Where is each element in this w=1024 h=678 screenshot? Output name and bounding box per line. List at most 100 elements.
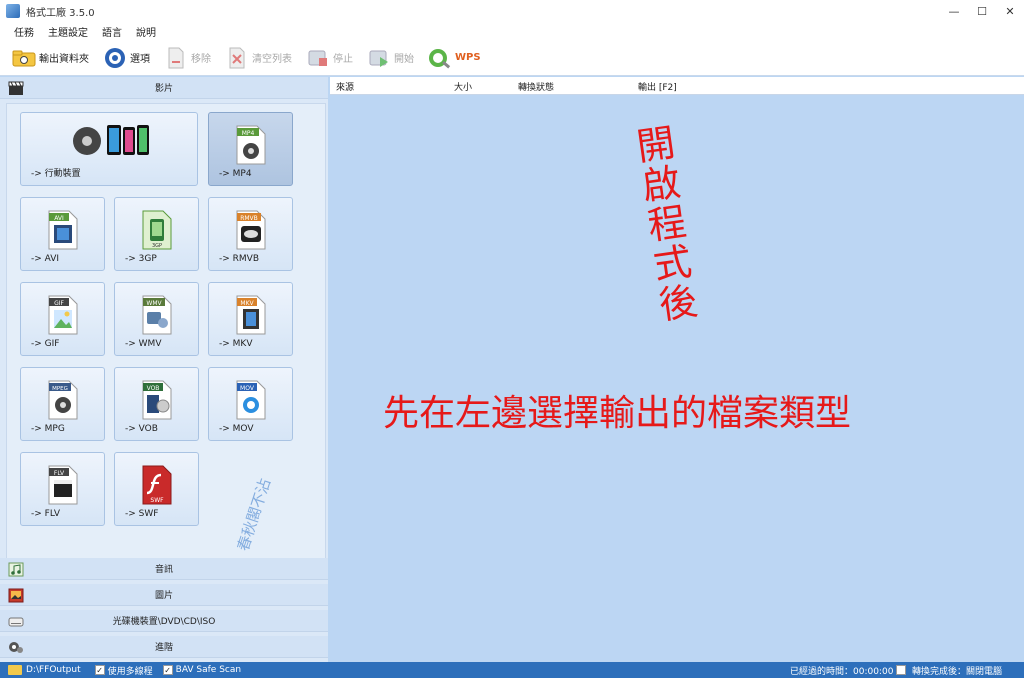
menu-language[interactable]: 語言 <box>102 24 122 39</box>
tile-mobile[interactable]: -> 行動裝置 <box>20 112 198 186</box>
options-label: 選項 <box>130 54 150 65</box>
toolbar: 輸出資料夾 選項 移除 清空列表 停止 開始 WPS <box>0 40 1024 76</box>
remove-icon <box>164 47 188 69</box>
tile-mp4[interactable]: MP4 -> MP4 <box>208 112 293 186</box>
svg-text:MP4: MP4 <box>241 130 254 137</box>
tile-rmvb-label: -> RMVB <box>219 254 259 264</box>
after-convert-label: 轉換完成後：關閉電腦 <box>912 666 1003 677</box>
tile-flv[interactable]: FLV -> FLV <box>20 452 105 526</box>
tile-mpg-label: -> MPG <box>31 424 65 434</box>
menu-task[interactable]: 任務 <box>14 24 34 39</box>
close-button[interactable]: ✕ <box>996 0 1024 22</box>
output-folder-button[interactable]: 輸出資料夾 <box>12 47 89 69</box>
tile-wmv[interactable]: WMV -> WMV <box>114 282 199 356</box>
tile-mov-label: -> MOV <box>219 424 254 434</box>
tile-mpg[interactable]: MPEG -> MPG <box>20 367 105 441</box>
status-bar: D:\FFOutput ✓ 使用多線程 ✓ BAV Safe Scan 已經過的… <box>0 662 1024 678</box>
category-disc-header[interactable]: 光碟機裝置\DVD\CD\ISO <box>0 610 328 632</box>
tile-gif-label: -> GIF <box>31 339 60 349</box>
minimize-button[interactable]: — <box>940 0 968 22</box>
elapsed-time: 已經過的時間：00:00:00 <box>790 666 894 677</box>
wps-button[interactable]: WPS <box>428 47 481 69</box>
remove-label: 移除 <box>191 54 211 65</box>
clapperboard-icon <box>8 81 24 95</box>
after-convert-checkbox[interactable] <box>896 665 906 675</box>
tile-vob[interactable]: VOB -> VOB <box>114 367 199 441</box>
tile-avi-label: -> AVI <box>31 254 60 264</box>
category-picture-label: 圖片 <box>154 591 173 601</box>
3gp-file-icon: 3GP <box>142 210 171 250</box>
mobile-devices-icon <box>73 125 149 155</box>
category-panel: 影片 -> 行動裝置 MP4 -> MP4 AVI -> AVI 3GP -> … <box>0 77 328 662</box>
bav-scan-label: BAV Safe Scan <box>175 665 242 675</box>
avi-file-icon: AVI <box>48 210 77 250</box>
folder-icon <box>12 47 36 69</box>
tile-mkv[interactable]: MKV -> MKV <box>208 282 293 356</box>
app-icon <box>6 4 20 18</box>
category-video-header[interactable]: 影片 <box>0 77 328 99</box>
annotation-main: 先在左邊選擇輸出的檔案類型 <box>383 393 852 434</box>
svg-text:WMV: WMV <box>146 300 162 307</box>
tile-swf-label: -> SWF <box>125 509 159 519</box>
column-size[interactable]: 大小 <box>454 80 472 93</box>
svg-text:MPEG: MPEG <box>52 386 68 392</box>
output-folder-icon[interactable] <box>8 665 22 675</box>
mpg-file-icon: MPEG <box>48 380 77 420</box>
column-output[interactable]: 輸出 [F2] <box>638 80 677 93</box>
tile-mp4-label: -> MP4 <box>219 169 252 179</box>
category-picture-header[interactable]: 圖片 <box>0 584 328 606</box>
svg-text:GIF: GIF <box>54 300 64 307</box>
gear-icon <box>103 47 127 69</box>
clear-list-icon <box>225 47 249 69</box>
tile-3gp[interactable]: 3GP -> 3GP <box>114 197 199 271</box>
tile-rmvb[interactable]: RMVB -> RMVB <box>208 197 293 271</box>
gif-file-icon: GIF <box>48 295 77 335</box>
menu-bar: 任務 主題設定 語言 說明 <box>0 22 1024 40</box>
remove-button[interactable]: 移除 <box>164 47 211 69</box>
start-button[interactable]: 開始 <box>367 47 414 69</box>
advanced-gear-icon <box>9 642 23 653</box>
column-source[interactable]: 來源 <box>336 80 354 93</box>
output-path[interactable]: D:\FFOutput <box>26 665 81 675</box>
tile-3gp-label: -> 3GP <box>125 254 157 264</box>
category-video-label: 影片 <box>154 84 173 94</box>
stop-icon <box>306 47 330 69</box>
wps-label: WPS <box>455 52 481 63</box>
window-controls: — ☐ ✕ <box>940 0 1024 22</box>
column-status[interactable]: 轉換狀態 <box>518 80 554 93</box>
multithread-checkbox[interactable]: ✓ <box>94 665 105 675</box>
bav-scan-checkbox[interactable]: ✓ <box>162 665 173 675</box>
video-format-grid: -> 行動裝置 MP4 -> MP4 AVI -> AVI 3GP -> 3GP… <box>6 103 326 559</box>
category-audio-header[interactable]: 音訊 <box>0 558 328 580</box>
tile-gif[interactable]: GIF -> GIF <box>20 282 105 356</box>
tile-mkv-label: -> MKV <box>219 339 253 349</box>
category-advanced-label: 進階 <box>154 643 173 653</box>
category-audio-label: 音訊 <box>154 565 173 575</box>
mkv-file-icon: MKV <box>236 295 265 335</box>
tile-mov[interactable]: MOV -> MOV <box>208 367 293 441</box>
wps-icon <box>428 47 452 69</box>
start-label: 開始 <box>394 54 414 65</box>
tile-swf[interactable]: SWF -> SWF <box>114 452 199 526</box>
svg-text:MKV: MKV <box>240 300 254 307</box>
swf-file-icon: SWF <box>142 465 171 505</box>
tile-mobile-label: -> 行動裝置 <box>31 169 81 179</box>
flv-file-icon: FLV <box>48 465 77 505</box>
stop-label: 停止 <box>333 54 353 65</box>
title-bar: 格式工廠 3.5.0 — ☐ ✕ <box>0 0 1024 22</box>
svg-text:AVI: AVI <box>54 215 64 222</box>
options-button[interactable]: 選項 <box>103 47 150 69</box>
disc-drive-icon <box>8 617 24 627</box>
category-advanced-header[interactable]: 進階 <box>0 636 328 658</box>
tile-avi[interactable]: AVI -> AVI <box>20 197 105 271</box>
maximize-button[interactable]: ☐ <box>968 0 996 22</box>
category-disc-label: 光碟機裝置\DVD\CD\ISO <box>112 617 216 627</box>
svg-text:SWF: SWF <box>150 497 164 504</box>
window-title: 格式工廠 3.5.0 <box>26 7 95 19</box>
stop-button[interactable]: 停止 <box>306 47 353 69</box>
svg-text:RMVB: RMVB <box>240 215 258 222</box>
menu-theme[interactable]: 主題設定 <box>48 24 88 39</box>
clear-list-button[interactable]: 清空列表 <box>225 47 292 69</box>
svg-text:VOB: VOB <box>146 385 159 392</box>
menu-help[interactable]: 說明 <box>136 24 156 39</box>
